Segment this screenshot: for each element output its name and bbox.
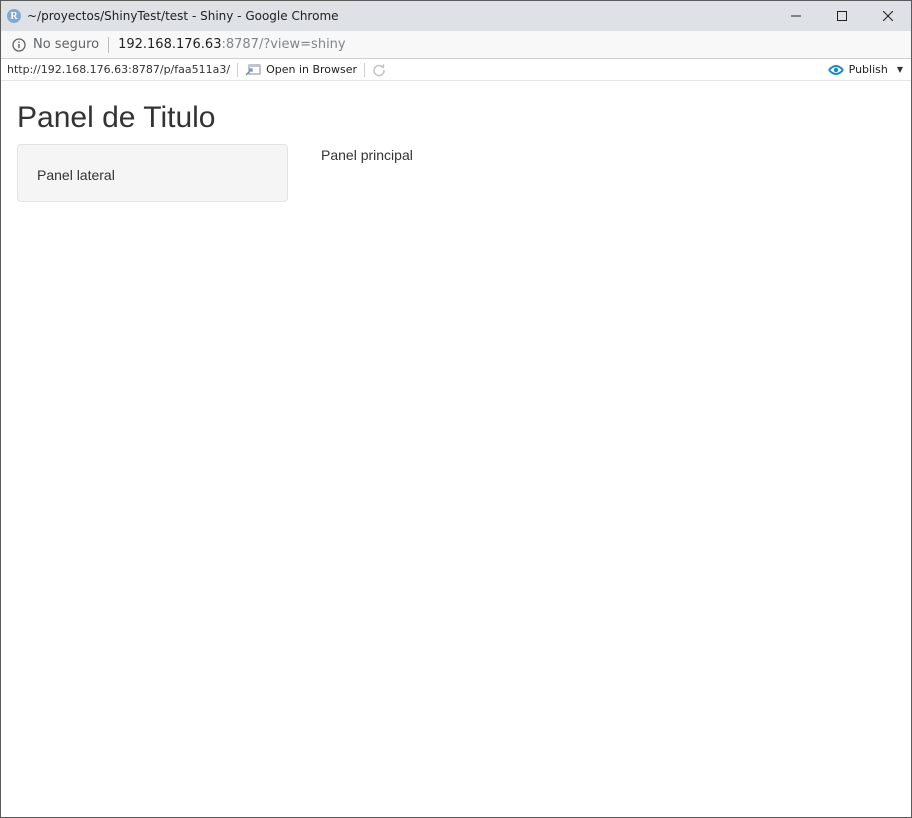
main-panel-text: Panel principal: [321, 147, 413, 163]
address-separator: [108, 36, 110, 53]
toolbar-separator: [237, 62, 239, 77]
publish-icon: [827, 64, 844, 75]
sidebar-panel-text: Panel lateral: [37, 167, 115, 183]
window-title: ~/proyectos/ShinyTest/test - Shiny - Goo…: [27, 9, 339, 23]
url-path[interactable]: :8787/?view=shiny: [221, 37, 345, 52]
publish-label: Publish: [848, 63, 888, 76]
close-icon: [883, 11, 893, 21]
maximize-button[interactable]: [819, 1, 865, 31]
address-bar[interactable]: No seguro 192.168.176.63:8787/?view=shin…: [1, 31, 911, 59]
url-host[interactable]: 192.168.176.63: [118, 37, 221, 52]
rstudio-app-icon: R: [7, 9, 21, 23]
open-in-browser-icon: [245, 64, 261, 75]
browser-window: R ~/proyectos/ShinyTest/test - Shiny - G…: [0, 0, 912, 818]
chevron-down-icon[interactable]: ▼: [897, 65, 903, 74]
minimize-icon: [791, 15, 801, 17]
open-in-browser-button[interactable]: Open in Browser: [245, 63, 357, 76]
close-button[interactable]: [865, 1, 911, 31]
publish-button[interactable]: Publish ▼: [827, 59, 903, 80]
shiny-app: Panel de Titulo Panel lateral Panel prin…: [1, 81, 911, 817]
open-in-browser-label: Open in Browser: [266, 63, 358, 76]
title-bar: R ~/proyectos/ShinyTest/test - Shiny - G…: [1, 1, 911, 31]
viewer-toolbar: http://192.168.176.63:8787/p/faa511a3/ O…: [1, 59, 911, 81]
refresh-icon[interactable]: [372, 63, 386, 77]
page-title: Panel de Titulo: [17, 101, 216, 134]
window-controls: [773, 1, 911, 31]
info-icon[interactable]: [12, 37, 26, 52]
maximize-icon: [837, 11, 847, 21]
toolbar-separator: [364, 62, 366, 77]
security-label[interactable]: No seguro: [33, 37, 99, 52]
sidebar-panel: Panel lateral: [17, 144, 288, 202]
viewer-url: http://192.168.176.63:8787/p/faa511a3/: [7, 63, 231, 76]
minimize-button[interactable]: [773, 1, 819, 31]
